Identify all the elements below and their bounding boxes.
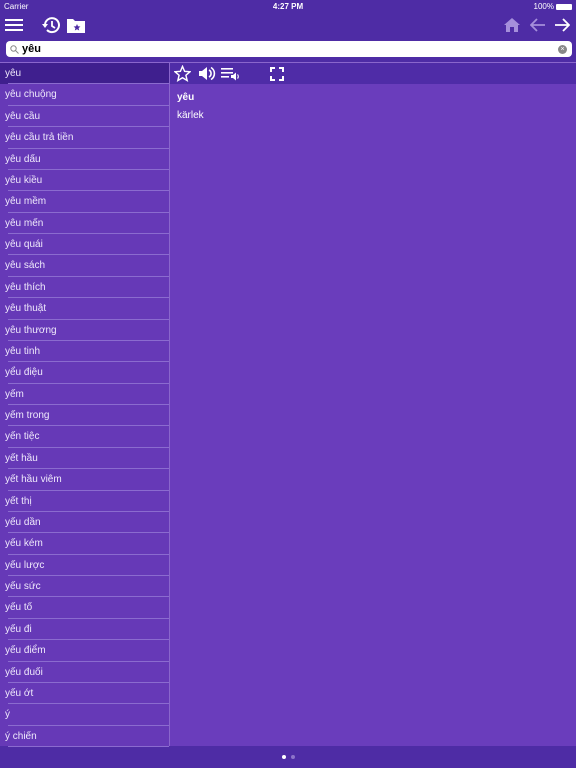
fullscreen-icon (270, 66, 284, 81)
list-item[interactable]: yêu chuộng (0, 84, 169, 107)
list-item[interactable]: yêu quái (0, 234, 169, 256)
list-item[interactable]: yêu cầu (0, 106, 169, 128)
history-icon (42, 17, 60, 34)
list-item[interactable]: yếu kém (0, 533, 169, 556)
list-item[interactable]: yêu cầu trả tiền (0, 127, 169, 149)
translation: kärlek (177, 110, 204, 121)
history-button[interactable] (40, 14, 62, 36)
speaker-icon (199, 66, 216, 81)
clear-search-button[interactable]: × (558, 44, 567, 54)
list-item[interactable]: yếu dần (0, 512, 169, 534)
close-icon: × (560, 45, 565, 53)
headword: yêu (177, 92, 195, 103)
list-item[interactable]: yến tiệc (0, 426, 169, 449)
list-item[interactable]: yếu điểm (0, 640, 169, 662)
search-input[interactable] (22, 43, 558, 55)
list-item[interactable]: yêu thuật (0, 298, 169, 320)
detail-panel: yêu kärlek (170, 62, 576, 746)
list-item[interactable]: ý chiến (0, 726, 169, 748)
list-item[interactable]: yếu sức (0, 576, 169, 598)
list-item[interactable]: yếu lược (0, 555, 169, 577)
page-indicator[interactable] (0, 755, 576, 759)
hamburger-icon (5, 19, 23, 31)
menu-button[interactable] (3, 14, 25, 36)
word-list[interactable]: yêu yêu chuộng yêu cầu yêu cầu trả tiền yêu … (0, 62, 169, 748)
status-bar: Carrier 4:27 PM 100% (0, 0, 576, 12)
list-item[interactable]: yểu điệu (0, 362, 169, 385)
list-item[interactable]: yết hầu viêm (0, 469, 169, 491)
list-item[interactable]: yêu kiều (0, 170, 169, 192)
home-button[interactable] (501, 14, 523, 36)
list-item[interactable]: yêu thương (0, 320, 169, 342)
list-item[interactable]: yếm trong (0, 405, 169, 427)
home-icon (504, 18, 520, 32)
list-item[interactable]: yếu đi (0, 619, 169, 641)
page-dot[interactable] (281, 755, 286, 759)
fullscreen-button[interactable] (270, 65, 284, 82)
list-item[interactable]: yêu dấu (0, 149, 169, 171)
arrow-left-icon (530, 18, 545, 32)
list-item[interactable]: yêu (0, 63, 169, 85)
speak-button[interactable] (198, 65, 216, 82)
list-item[interactable]: yết thị (0, 491, 169, 513)
back-button[interactable] (527, 14, 549, 36)
clock: 4:27 PM (272, 2, 304, 11)
toolbar (0, 12, 576, 38)
list-item[interactable]: yếu đuối (0, 662, 169, 684)
favorites-button[interactable] (65, 14, 87, 36)
forward-button[interactable] (551, 14, 573, 36)
page-dot[interactable] (290, 755, 295, 759)
list-item[interactable]: yết hầu (0, 448, 169, 470)
detail-toolbar (170, 63, 576, 84)
read-list-button[interactable] (221, 65, 241, 82)
list-item[interactable]: yêu tinh (0, 341, 169, 363)
list-item[interactable]: ý (0, 704, 169, 727)
list-item[interactable]: yếu tố (0, 597, 169, 620)
playlist-audio-icon (221, 68, 239, 81)
bookmark-folder-icon (67, 18, 85, 33)
star-icon (174, 65, 191, 82)
list-item[interactable]: yêu sách (0, 255, 169, 278)
list-item[interactable]: yếu ớt (0, 683, 169, 705)
arrow-right-icon (555, 18, 570, 32)
battery-icon (556, 3, 572, 10)
battery-percent: 100% (533, 2, 554, 11)
list-item[interactable]: yêu thích (0, 277, 169, 299)
list-item[interactable]: yếm (0, 384, 169, 406)
search-bar: × (6, 41, 572, 57)
list-item[interactable]: yêu mềm (0, 191, 169, 214)
list-item[interactable]: yêu mến (0, 213, 169, 235)
search-icon (10, 44, 19, 54)
favorite-button[interactable] (174, 65, 191, 82)
